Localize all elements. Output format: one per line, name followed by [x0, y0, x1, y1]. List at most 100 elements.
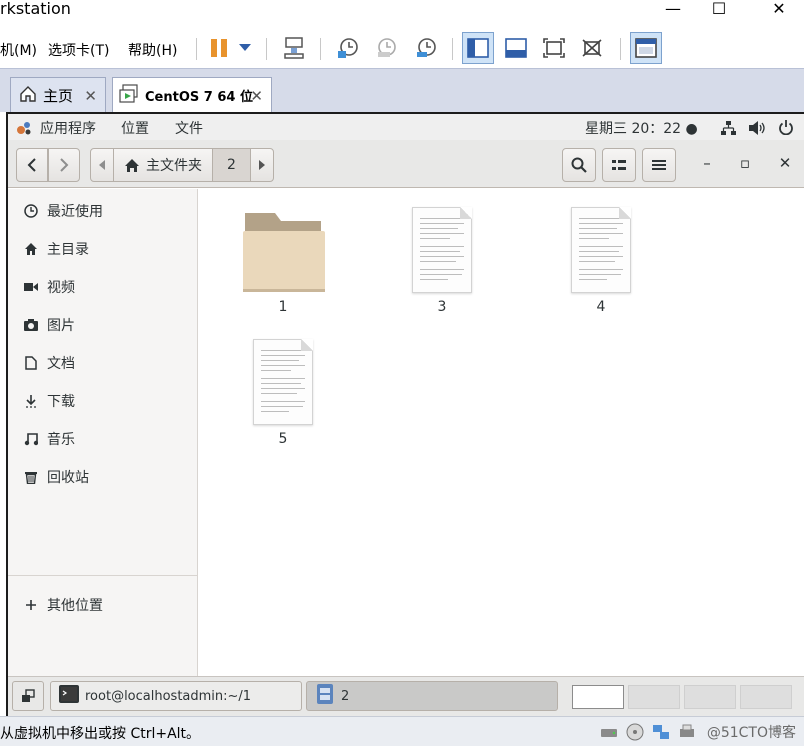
sidebar-item-label: 视频 — [47, 280, 75, 296]
volume-icon[interactable] — [748, 120, 766, 140]
sidebar-item-label: 回收站 — [47, 470, 89, 486]
cd-rom-icon[interactable] — [626, 723, 644, 741]
workspace-1[interactable] — [572, 685, 624, 709]
hard-disk-icon[interactable] — [600, 723, 618, 741]
menu-help[interactable]: 帮助(H) — [128, 40, 177, 60]
window-title: rkstation — [0, 0, 71, 18]
file-name: 5 — [278, 431, 288, 447]
sidebar-item-videos[interactable]: 视频 — [8, 269, 198, 305]
full-screen-icon[interactable] — [538, 32, 570, 64]
breadcrumb-prev-button[interactable] — [91, 149, 114, 181]
pause-icon[interactable] — [203, 32, 235, 64]
sidebar-item-label: 主目录 — [47, 242, 89, 258]
network-icon[interactable] — [720, 120, 736, 140]
forward-button[interactable] — [48, 148, 80, 182]
taskbar-terminal-label: root@localhostadmin:~/1 — [85, 688, 252, 704]
breadcrumb-home[interactable]: 主文件夹 — [114, 149, 213, 181]
network-adapter-icon[interactable] — [652, 723, 670, 741]
vm-tab-strip: 主页 ✕ CentOS 7 64 位 ✕ — [0, 68, 804, 113]
show-desktop-button[interactable] — [12, 681, 44, 711]
tab-centos[interactable]: CentOS 7 64 位 ✕ — [112, 77, 272, 113]
breadcrumb-current[interactable]: 2 — [213, 149, 251, 181]
menu-tabs[interactable]: 选项卡(T) — [48, 40, 109, 60]
library-view-icon[interactable] — [462, 32, 494, 64]
guest-screen[interactable]: 应用程序 位置 文件 星期三 20：22 ● 主文件夹 2 – ▫ ✕ 最近使用… — [6, 112, 804, 716]
home-icon — [22, 240, 40, 258]
text-file-icon — [253, 339, 313, 425]
hamburger-icon — [652, 160, 666, 170]
tab-home[interactable]: 主页 ✕ — [10, 77, 106, 113]
sidebar-item-music[interactable]: 音乐 — [8, 421, 198, 457]
file-item[interactable]: 4 — [546, 207, 656, 315]
menu-vm[interactable]: 机(M) — [0, 40, 37, 60]
back-button[interactable] — [16, 148, 48, 182]
taskbar-files[interactable]: 2 — [306, 681, 558, 711]
gnome-window-list: root@localhostadmin:~/1 2 — [8, 676, 804, 716]
tab-centos-label: CentOS 7 64 位 — [145, 90, 253, 105]
sidebar-item-other-locations[interactable]: 其他位置 — [8, 587, 198, 623]
file-item[interactable]: 5 — [228, 339, 338, 447]
applications-menu[interactable]: 应用程序 — [40, 118, 96, 138]
sidebar-item-recent[interactable]: 最近使用 — [8, 193, 198, 229]
sidebar-item-documents[interactable]: 文档 — [8, 345, 198, 381]
power-icon[interactable] — [778, 119, 794, 139]
nautilus-minimize-button[interactable]: – — [696, 154, 718, 176]
workspace-2[interactable] — [628, 685, 680, 709]
window-title-bar: rkstation — ☐ ✕ — [0, 0, 804, 30]
sidebar-item-label: 音乐 — [47, 432, 75, 448]
music-icon — [22, 430, 40, 448]
menu-button[interactable] — [642, 148, 676, 182]
sidebar-item-trash[interactable]: 回收站 — [8, 459, 198, 495]
sidebar-item-home[interactable]: 主目录 — [8, 231, 198, 267]
workspace-4[interactable] — [740, 685, 792, 709]
file-cabinet-icon — [317, 684, 333, 708]
view-toggle-button[interactable] — [602, 148, 636, 182]
file-name: 1 — [278, 299, 288, 315]
menu-bar: 机(M) 选项卡(T) 帮助(H) — [0, 30, 804, 68]
download-icon — [22, 392, 40, 410]
snapshot-manager-icon[interactable] — [410, 32, 442, 64]
file-item[interactable]: 1 — [228, 207, 338, 315]
search-button[interactable] — [562, 148, 596, 182]
tab-home-close-icon[interactable]: ✕ — [84, 87, 97, 105]
file-item[interactable]: 3 — [387, 207, 497, 315]
chevron-right-icon — [60, 158, 69, 172]
printer-icon[interactable] — [678, 723, 696, 741]
file-view[interactable]: 1 3 4 5 — [199, 189, 804, 676]
places-sidebar: 最近使用 主目录 视频 图片 文档 下载 音乐 回收站 其他位置 — [8, 189, 198, 676]
sidebar-item-label: 下载 — [47, 394, 75, 410]
maximize-button[interactable]: ☐ — [696, 0, 742, 20]
close-window-button[interactable]: ✕ — [756, 0, 802, 20]
video-icon — [22, 278, 40, 296]
breadcrumb-next-button[interactable] — [251, 149, 273, 181]
watermark-text: @51CTO博客 — [706, 725, 796, 741]
vm-icon — [119, 83, 139, 108]
text-file-icon — [412, 207, 472, 293]
send-ctrl-alt-del-icon[interactable] — [278, 32, 310, 64]
dropdown-icon[interactable] — [232, 32, 258, 64]
console-view-icon[interactable] — [630, 32, 662, 64]
sidebar-item-pictures[interactable]: 图片 — [8, 307, 198, 343]
snapshot-revert-icon[interactable] — [370, 32, 402, 64]
sidebar-item-label: 最近使用 — [47, 204, 103, 220]
home-icon — [125, 158, 139, 172]
snapshot-take-icon[interactable] — [332, 32, 364, 64]
plus-icon — [22, 596, 40, 614]
file-name: 4 — [596, 299, 606, 315]
places-menu[interactable]: 位置 — [121, 118, 149, 138]
taskbar-terminal[interactable]: root@localhostadmin:~/1 — [50, 681, 302, 711]
tab-centos-close-icon[interactable]: ✕ — [250, 87, 263, 105]
workspace-3[interactable] — [684, 685, 736, 709]
nautilus-maximize-button[interactable]: ▫ — [734, 154, 756, 176]
sidebar-item-downloads[interactable]: 下载 — [8, 383, 198, 419]
vmware-status-bar: 从虚拟机中移出或按 Ctrl+Alt。 @51CTO博客 — [0, 716, 804, 746]
text-file-icon — [571, 207, 631, 293]
minimize-button[interactable]: — — [650, 0, 696, 20]
unity-icon[interactable] — [576, 32, 608, 64]
file-menu[interactable]: 文件 — [175, 118, 203, 138]
thumbnail-bar-icon[interactable] — [500, 32, 532, 64]
sidebar-item-label: 图片 — [47, 318, 75, 334]
clock[interactable]: 星期三 20：22 ● — [585, 118, 698, 138]
file-name: 3 — [437, 299, 447, 315]
nautilus-close-button[interactable]: ✕ — [774, 154, 796, 176]
